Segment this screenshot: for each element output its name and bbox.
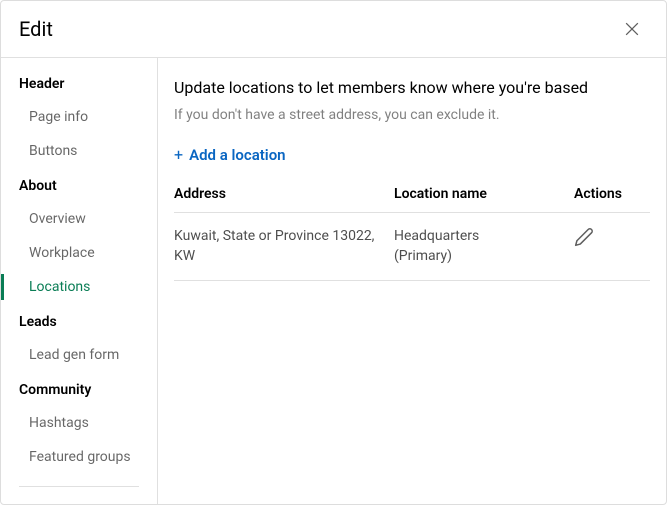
plus-icon: + (174, 145, 183, 164)
cell-address: Kuwait, State or Province 13022, KW (174, 227, 394, 266)
table-header-row: Address Location name Actions (174, 186, 650, 213)
content-title: Update locations to let members know whe… (174, 78, 650, 97)
nav-section-community: Community (1, 372, 157, 406)
sidebar-item-overview[interactable]: Overview (1, 202, 157, 236)
nav-section-about: About (1, 168, 157, 202)
close-button[interactable] (618, 15, 646, 43)
add-location-link[interactable]: + Add a location (174, 145, 286, 164)
sidebar-item-workplace[interactable]: Workplace (1, 236, 157, 270)
content-subtitle: If you don't have a street address, you … (174, 107, 650, 123)
close-icon (622, 19, 642, 39)
col-header-address: Address (174, 186, 394, 202)
modal-body: Header Page info Buttons About Overview … (1, 58, 666, 504)
sidebar-item-featured-groups[interactable]: Featured groups (1, 440, 157, 474)
sidebar-item-buttons[interactable]: Buttons (1, 134, 157, 168)
pencil-icon (574, 227, 594, 247)
sidebar-item-manage-languages[interactable]: Manage languages (1, 499, 157, 504)
sidebar-item-page-info[interactable]: Page info (1, 100, 157, 134)
sidebar-nav[interactable]: Header Page info Buttons About Overview … (1, 58, 158, 504)
sidebar-item-locations[interactable]: Locations (1, 270, 157, 304)
table-row: Kuwait, State or Province 13022, KW Head… (174, 213, 650, 281)
nav-divider (19, 486, 139, 487)
cell-actions (574, 227, 650, 254)
nav-section-leads: Leads (1, 304, 157, 338)
nav-section-header: Header (1, 66, 157, 100)
col-header-location-name: Location name (394, 186, 574, 202)
col-header-actions: Actions (574, 186, 650, 202)
modal-header: Edit (1, 1, 666, 58)
sidebar-item-hashtags[interactable]: Hashtags (1, 406, 157, 440)
content-area: Update locations to let members know whe… (158, 58, 666, 504)
edit-modal: Edit Header Page info Buttons About Over… (0, 0, 667, 505)
edit-location-button[interactable] (574, 227, 594, 247)
modal-title: Edit (19, 17, 53, 41)
locations-table: Address Location name Actions Kuwait, St… (174, 186, 650, 281)
add-location-label: Add a location (189, 146, 285, 164)
sidebar-item-lead-gen[interactable]: Lead gen form (1, 338, 157, 372)
cell-location-name: Headquarters (Primary) (394, 227, 574, 266)
